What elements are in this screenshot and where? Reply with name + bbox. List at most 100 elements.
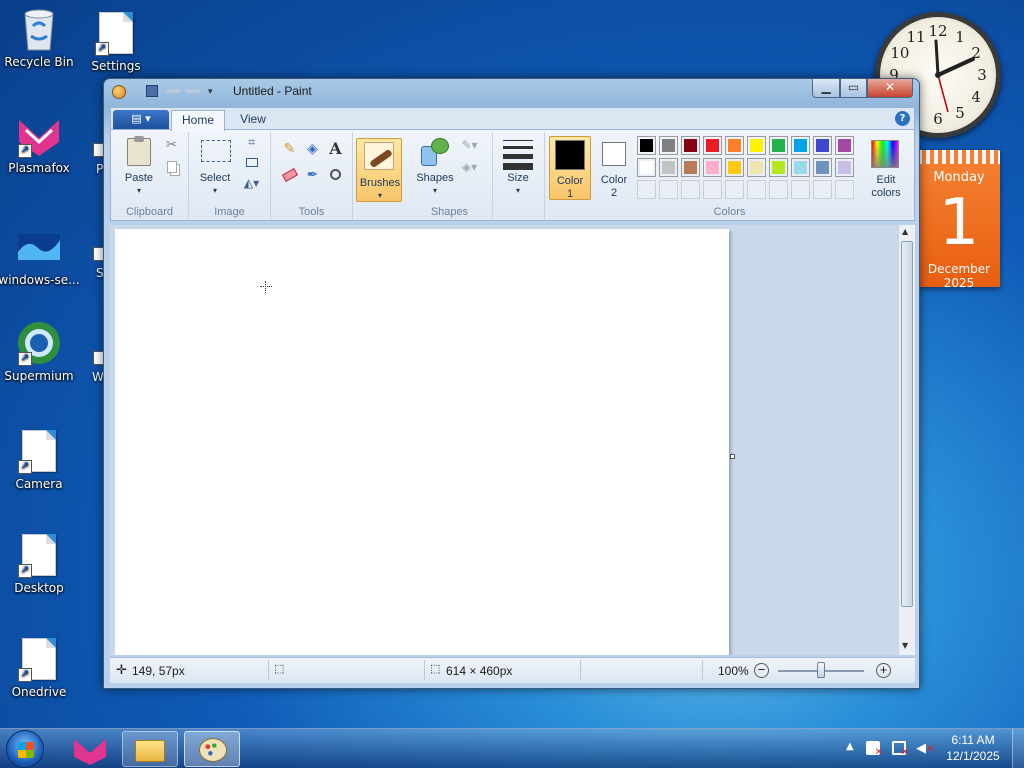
palette-swatch[interactable] xyxy=(769,158,788,177)
palette-swatch[interactable] xyxy=(659,180,678,199)
palette-swatch[interactable] xyxy=(747,158,766,177)
maximize-button[interactable]: ▭ xyxy=(840,79,867,98)
taskbar-file-explorer[interactable] xyxy=(122,731,178,767)
select-button[interactable]: Select ▾ xyxy=(195,136,235,196)
text-icon[interactable]: A xyxy=(325,138,346,159)
crop-icon[interactable]: ⌗ xyxy=(241,132,262,153)
redo-icon[interactable] xyxy=(186,89,200,93)
palette-swatch[interactable] xyxy=(725,180,744,199)
vertical-scrollbar[interactable]: ▲ ▼ xyxy=(898,225,915,655)
palette-swatch[interactable] xyxy=(769,136,788,155)
folder-icon xyxy=(135,740,165,762)
group-label-tools: Tools xyxy=(298,206,325,218)
minimize-button[interactable]: ▁ xyxy=(812,79,840,98)
brushes-button[interactable]: Brushes ▾ xyxy=(356,138,402,202)
file-shortcut-icon: ↗ xyxy=(16,532,62,578)
color-picker-icon[interactable]: ✒ xyxy=(302,164,323,185)
palette-swatch[interactable] xyxy=(813,180,832,199)
file-menu-button[interactable]: ▤ ▾ xyxy=(113,110,169,129)
paint-window[interactable]: ▾ Untitled - Paint ▁ ▭ ✕ ▤ ▾ Home View ?… xyxy=(103,78,920,689)
cut-icon[interactable]: ✂ xyxy=(161,134,182,155)
palette-swatch[interactable] xyxy=(703,158,722,177)
color1-button[interactable]: Color 1 xyxy=(549,136,591,200)
palette-swatch[interactable] xyxy=(791,180,810,199)
palette-swatch[interactable] xyxy=(681,136,700,155)
palette-swatch[interactable] xyxy=(659,136,678,155)
copy-icon[interactable] xyxy=(161,156,182,177)
palette-swatch[interactable] xyxy=(813,136,832,155)
desktop-icon-settings[interactable]: ↗ Settings xyxy=(74,10,158,73)
show-desktop-button[interactable] xyxy=(1012,729,1024,768)
rotate-icon[interactable]: ◭▾ xyxy=(241,172,262,193)
color2-button[interactable]: Color 2 xyxy=(593,136,635,200)
palette-swatch[interactable] xyxy=(791,136,810,155)
title-bar[interactable]: ▾ Untitled - Paint ▁ ▭ ✕ xyxy=(104,79,919,103)
help-icon[interactable]: ? xyxy=(895,111,910,126)
fill-icon[interactable]: ◈▾ xyxy=(459,156,480,177)
palette-swatch[interactable] xyxy=(835,180,854,199)
canvas-resize-handle[interactable] xyxy=(730,454,735,459)
palette-swatch[interactable] xyxy=(659,158,678,177)
palette-swatch[interactable] xyxy=(725,136,744,155)
paint-app-icon[interactable] xyxy=(112,85,126,99)
chevron-down-icon: ▾ xyxy=(432,186,437,195)
tray-date[interactable]: 12/1/2025 xyxy=(940,749,1006,763)
desktop-icon-plasmafox[interactable]: ↗ Plasmafox xyxy=(0,112,81,175)
customize-qat-icon[interactable]: ▾ xyxy=(208,87,213,97)
palette-swatch[interactable] xyxy=(791,158,810,177)
drawing-canvas[interactable] xyxy=(115,229,729,655)
palette-swatch[interactable] xyxy=(725,158,744,177)
volume-muted-icon[interactable]: ◀✕ xyxy=(916,741,934,756)
tab-view[interactable]: View xyxy=(229,110,277,131)
outline-icon[interactable]: ✎▾ xyxy=(459,134,480,155)
palette-swatch[interactable] xyxy=(703,180,722,199)
zoom-out-button[interactable]: − xyxy=(754,663,769,678)
scroll-up-icon[interactable]: ▲ xyxy=(902,227,908,236)
zoom-in-button[interactable]: + xyxy=(876,663,891,678)
eraser-icon[interactable] xyxy=(279,164,300,185)
desktop-icon-desktop[interactable]: ↗ Desktop xyxy=(0,532,81,595)
scroll-thumb[interactable] xyxy=(901,241,913,607)
calendar-gadget[interactable]: Monday 1 December 2025 xyxy=(918,150,1000,287)
desktop-icon-camera[interactable]: ↗ Camera xyxy=(0,428,81,491)
taskbar-plasmafox[interactable] xyxy=(62,731,118,767)
start-button[interactable] xyxy=(6,730,44,768)
edit-colors-button[interactable]: Edit colors xyxy=(863,136,909,200)
palette-swatch[interactable] xyxy=(637,158,656,177)
scroll-down-icon[interactable]: ▼ xyxy=(902,641,908,650)
tray-time[interactable]: 6:11 AM xyxy=(940,733,1006,747)
palette-swatch[interactable] xyxy=(747,136,766,155)
taskbar-paint[interactable] xyxy=(184,731,240,767)
network-icon[interactable]: ✕ xyxy=(892,741,909,758)
palette-swatch[interactable] xyxy=(637,180,656,199)
pencil-icon[interactable]: ✎ xyxy=(279,138,300,159)
paste-button[interactable]: Paste ▾ xyxy=(119,136,159,196)
desktop-icon-recycle-bin[interactable]: Recycle Bin xyxy=(0,6,81,69)
desktop-icon-onedrive[interactable]: ↗ Onedrive xyxy=(0,636,81,699)
zoom-slider-thumb[interactable] xyxy=(817,662,825,678)
show-hidden-icons[interactable]: ▲ xyxy=(846,741,854,752)
status-bar: ✛ 149, 57px ⬚ ⬚ 614 × 460px 100% − + xyxy=(110,657,915,683)
plasmafox-icon: ↗ xyxy=(16,112,62,158)
palette-swatch[interactable] xyxy=(703,136,722,155)
desktop-icon-windows-se[interactable]: windows-se... xyxy=(0,224,81,287)
palette-swatch[interactable] xyxy=(835,158,854,177)
shapes-button[interactable]: Shapes ▾ xyxy=(413,136,457,196)
undo-icon[interactable] xyxy=(166,89,180,93)
palette-swatch[interactable] xyxy=(747,180,766,199)
fill-bucket-icon[interactable]: ◈ xyxy=(302,138,323,159)
close-button[interactable]: ✕ xyxy=(867,79,913,98)
save-icon[interactable] xyxy=(146,85,158,97)
desktop-icon-supermium[interactable]: ↗ Supermium xyxy=(0,320,81,383)
palette-swatch[interactable] xyxy=(637,136,656,155)
palette-swatch[interactable] xyxy=(835,136,854,155)
palette-swatch[interactable] xyxy=(769,180,788,199)
palette-swatch[interactable] xyxy=(813,158,832,177)
size-button[interactable]: Size ▾ xyxy=(497,136,539,196)
resize-icon[interactable] xyxy=(241,152,262,173)
palette-swatch[interactable] xyxy=(681,180,700,199)
tab-home[interactable]: Home xyxy=(171,110,225,131)
action-center-icon[interactable]: ✕ xyxy=(866,741,883,758)
magnifier-icon[interactable] xyxy=(325,164,346,185)
palette-swatch[interactable] xyxy=(681,158,700,177)
